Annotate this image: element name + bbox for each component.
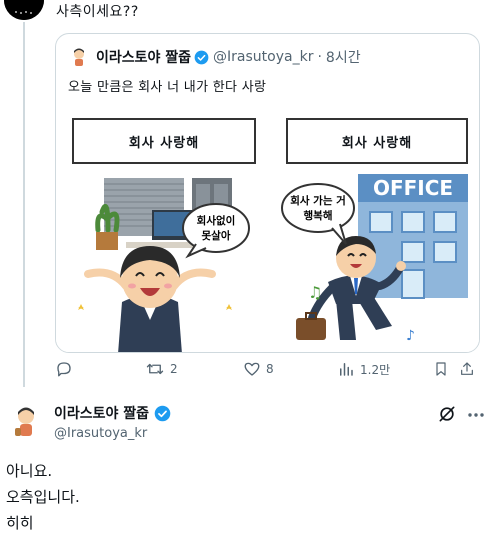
author-handle[interactable]: @Irasutoya_kr <box>54 426 147 441</box>
previous-reply: 사측이세요?? <box>0 0 498 20</box>
left-bubble-line2: 못살아 <box>202 229 231 242</box>
author-name[interactable]: 이라스토야 짤줍 <box>96 47 191 67</box>
quoted-post[interactable]: 이라스토야 짤줍 @Irasutoya_kr · 8시간 오늘 만큼은 회사 너… <box>55 33 480 353</box>
like-count: 8 <box>266 362 274 376</box>
heart-icon <box>244 362 260 376</box>
reply-button[interactable] <box>55 360 78 378</box>
action-bar: 2 8 1.2만 <box>55 360 480 384</box>
retweet-button[interactable]: 2 <box>145 360 178 378</box>
author-handle[interactable]: @Irasutoya_kr <box>213 49 313 65</box>
thread-line <box>23 22 25 387</box>
post-image[interactable]: 회사 사랑해 회사 사랑해 회사없이 못살아 OFFICE ♫ ♪ 회사 가는 … <box>56 102 479 352</box>
grok-icon[interactable] <box>437 404 457 424</box>
reply-author: 이라스토야 짤줍 <box>54 403 175 423</box>
post-time[interactable]: 8시간 <box>326 47 361 67</box>
retweet-icon <box>146 363 164 375</box>
svg-text:♪: ♪ <box>406 328 415 344</box>
verified-badge-icon <box>194 50 209 64</box>
more-options-icon[interactable] <box>468 412 484 418</box>
verified-badge-icon <box>154 405 171 421</box>
building-sign: OFFICE <box>373 176 453 200</box>
views-count: 1.2만 <box>360 362 391 377</box>
separator-dot: · <box>317 49 322 65</box>
quoted-post-header: 이라스토야 짤줍 @Irasutoya_kr · 8시간 <box>68 46 361 68</box>
avatar[interactable] <box>68 46 90 68</box>
like-button[interactable]: 8 <box>243 360 274 378</box>
reply-line: 오측입니다. <box>6 488 80 506</box>
reply-icon <box>57 362 71 377</box>
quoted-post-text: 오늘 만큼은 회사 너 내가 한다 사랑 <box>68 80 267 95</box>
retweet-count: 2 <box>170 362 178 376</box>
avatar[interactable] <box>8 404 44 440</box>
right-bubble-line1: 회사 가는 거 <box>290 194 346 207</box>
share-button[interactable] <box>459 360 480 378</box>
svg-text:♫: ♫ <box>308 283 322 302</box>
views-button[interactable]: 1.2만 <box>337 360 390 378</box>
reply-text: 사측이세요?? <box>56 4 139 20</box>
reply-line: 히히 <box>6 514 34 532</box>
share-icon <box>461 362 473 375</box>
right-bubble-line2: 행복해 <box>304 209 333 222</box>
author-name[interactable]: 이라스토야 짤줍 <box>54 403 149 423</box>
left-bubble-line1: 회사없이 <box>197 214 236 227</box>
reply-line: 아니요. <box>6 462 53 480</box>
avatar[interactable] <box>4 0 44 20</box>
left-panel-label: 회사 사랑해 <box>72 118 256 164</box>
views-icon <box>340 363 353 376</box>
illustration: 회사없이 못살아 OFFICE ♫ ♪ 회사 가는 거 행복해 <box>78 174 468 352</box>
bookmark-button[interactable] <box>433 360 454 378</box>
right-panel-label: 회사 사랑해 <box>286 118 468 164</box>
reply-text: 아니요. 오측입니다. 히히 <box>6 458 80 536</box>
bookmark-icon <box>436 362 446 376</box>
